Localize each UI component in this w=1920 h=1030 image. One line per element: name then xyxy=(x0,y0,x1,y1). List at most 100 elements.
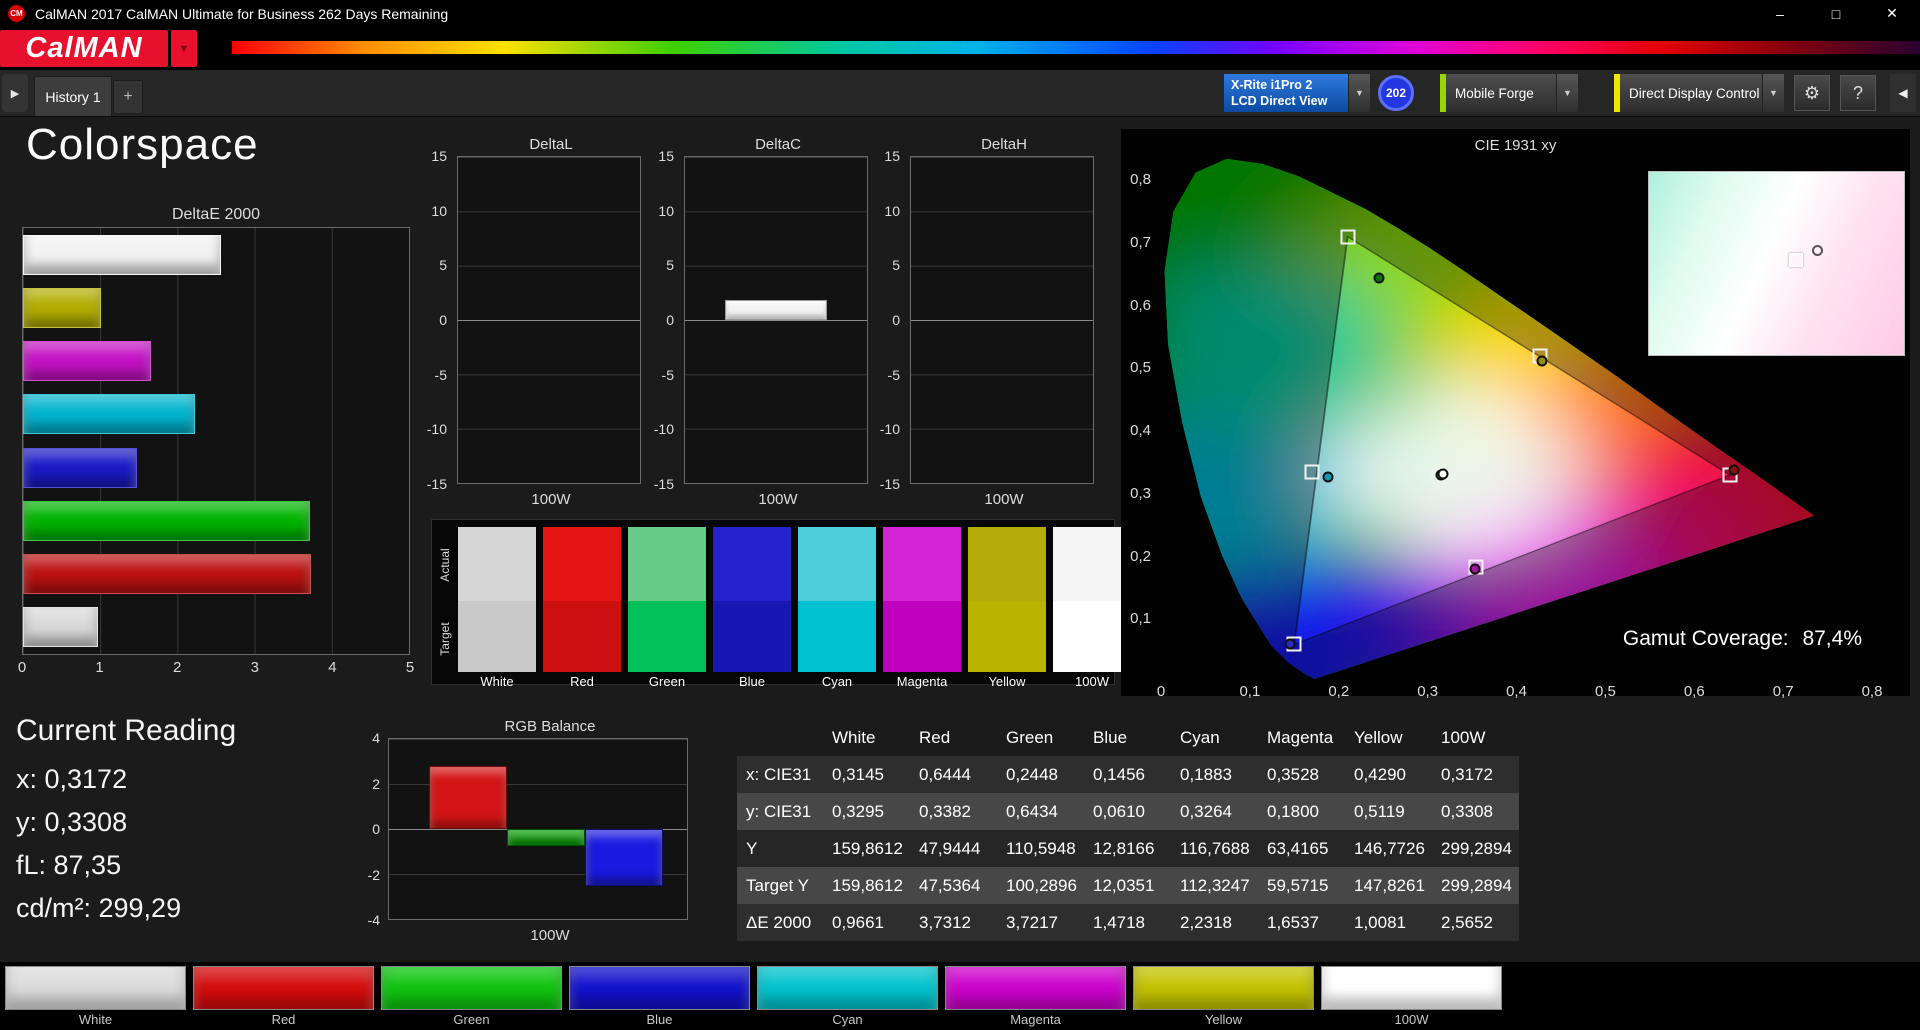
axis-tick-label: 4 xyxy=(328,659,337,676)
patch-button-100w[interactable] xyxy=(1321,966,1502,1010)
deltae-bar-row xyxy=(23,341,409,382)
source-dropdown[interactable]: Mobile Forge xyxy=(1440,74,1556,112)
logo-menu-dropdown[interactable]: ▼ xyxy=(171,30,197,67)
help-icon[interactable]: ? xyxy=(1840,75,1876,111)
patch-button-yellow[interactable] xyxy=(1133,966,1314,1010)
axis-tick-label: 5 xyxy=(405,659,415,676)
meter-status-badge[interactable]: 202 xyxy=(1378,75,1414,111)
deltae-bar-row xyxy=(23,607,409,648)
patch-button-magenta[interactable] xyxy=(945,966,1126,1010)
measured-marker-100w xyxy=(1437,468,1449,480)
add-tab-button[interactable]: + xyxy=(113,80,143,114)
table-value-cell: 299,2894 xyxy=(1432,830,1519,867)
axis-tick-label: 0,4 xyxy=(1506,683,1527,700)
deltae-bar-yellow xyxy=(23,287,101,328)
table-value-cell: 0,5119 xyxy=(1345,793,1432,830)
current-reading-values: x: 0,3172 y: 0,3308 fL: 87,35 cd/m²: 299,29 xyxy=(16,764,236,924)
gear-icon[interactable]: ⚙ xyxy=(1794,75,1830,111)
patch-label: Cyan xyxy=(832,1012,863,1027)
axis-tick-label: -5 xyxy=(887,366,900,383)
table-value-cell: 47,5364 xyxy=(910,867,997,904)
deltae-bar-row xyxy=(23,447,409,488)
current-reading-panel: Current Reading x: 0,3172 y: 0,3308 fL: 87… xyxy=(16,714,236,936)
display-control-dropdown-arrow-icon[interactable]: ▼ xyxy=(1762,74,1784,112)
axis-tick-label: -10 xyxy=(653,421,674,438)
tab-history-1[interactable]: History 1 xyxy=(34,76,112,116)
rgb-bar-green xyxy=(507,829,585,846)
patch-button-green[interactable] xyxy=(381,966,562,1010)
swatch-label: Magenta xyxy=(896,674,948,689)
swatch-actual xyxy=(458,527,536,601)
table-row-label: x: CIE31 xyxy=(737,756,823,793)
rgb-bar-blue xyxy=(585,829,663,887)
swatch-column: Red xyxy=(543,527,621,690)
minimize-button[interactable]: – xyxy=(1752,0,1808,27)
table-value-cell: 1,6537 xyxy=(1258,904,1345,941)
swatch-actual xyxy=(628,527,706,601)
table-value-cell: 12,8166 xyxy=(1084,830,1171,867)
deltae-2000-chart: DeltaE 2000 0 1 2 3 4 5 xyxy=(18,206,414,679)
table-value-cell: 0,3145 xyxy=(823,756,910,793)
patch-label: Red xyxy=(271,1012,296,1027)
patch-button-white[interactable] xyxy=(5,966,186,1010)
swatch-target xyxy=(798,601,876,672)
deltae-bar-row xyxy=(23,554,409,595)
axis-tick-label: 0,8 xyxy=(1130,171,1151,189)
swatch-column: Blue xyxy=(713,527,791,690)
patch-button-red[interactable] xyxy=(193,966,374,1010)
axis-tick-label: 0,8 xyxy=(1861,683,1883,700)
table-column-header: White xyxy=(832,727,876,747)
actual-target-swatch-strip: Actual Target White Red Green Blue Cyan Magen… xyxy=(431,519,1131,689)
axis-tick-label: 0,1 xyxy=(1239,683,1261,700)
title-bar: CM CalMAN 2017 CalMAN Ultimate for Busin… xyxy=(0,0,1920,27)
axis-tick-label: -4 xyxy=(367,912,380,928)
deltae-bar-row xyxy=(23,287,409,328)
axis-tick-label: 0 xyxy=(892,312,900,328)
axis-tick-label: 15 xyxy=(884,148,900,164)
calman-logo[interactable]: CalMAN ▼ xyxy=(0,30,197,67)
patch-button-cyan[interactable] xyxy=(757,966,938,1010)
patch-button-blue[interactable] xyxy=(569,966,750,1010)
source-dropdown-arrow-icon[interactable]: ▼ xyxy=(1556,74,1578,112)
meter-dropdown-arrow-icon[interactable]: ▼ xyxy=(1348,74,1370,112)
table-value-cell: 100,2896 xyxy=(997,867,1084,904)
swatch-label: Cyan xyxy=(821,674,853,689)
table-value-cell: 0,6444 xyxy=(910,756,997,793)
device-toolbar: X-Rite i1Pro 2 LCD Direct View ▼ 202 Mob… xyxy=(1224,74,1916,112)
target-marker-cyan xyxy=(1304,464,1320,480)
axis-tick-label: 2 xyxy=(173,659,182,676)
table-value-cell: 159,8612 xyxy=(823,830,910,867)
zero-line xyxy=(685,320,867,321)
swatch-target xyxy=(713,601,791,672)
rgb-bar-red xyxy=(429,766,507,829)
axis-tick-label: -2 xyxy=(367,866,380,883)
axis-tick-label: -15 xyxy=(653,476,674,492)
expand-panel-icon[interactable]: ▶ xyxy=(2,74,28,112)
maximize-button[interactable]: □ xyxy=(1808,0,1864,27)
actual-row-label: Actual xyxy=(438,548,452,582)
tab-bar: ▶ History 1 + X-Rite i1Pro 2 LCD Direct … xyxy=(0,70,1920,117)
patch-label: Green xyxy=(453,1012,490,1027)
cie-1931-panel: CIE 1931 xy 0 0,1 0,2 0,3 0,4 0,5 0,6 0,… xyxy=(1121,129,1910,700)
axis-tick-label: 3 xyxy=(250,659,259,676)
table-value-cell: 159,8612 xyxy=(823,867,910,904)
deltae-bar-magenta xyxy=(23,341,151,382)
close-button[interactable]: ✕ xyxy=(1864,0,1920,27)
meter-dropdown[interactable]: X-Rite i1Pro 2 LCD Direct View xyxy=(1224,74,1348,112)
reading-line: x: 0,3172 xyxy=(16,764,128,794)
display-control-dropdown[interactable]: Direct Display Control xyxy=(1614,74,1762,112)
table-value-cell: 110,5948 xyxy=(997,830,1084,867)
table-value-cell: 0,4290 xyxy=(1345,756,1432,793)
swatch-column: Green xyxy=(628,527,706,690)
table-row-label: y: CIE31 xyxy=(737,793,823,830)
axis-tick-label: 0,5 xyxy=(1594,683,1616,700)
deltae-bar-row xyxy=(23,500,409,541)
axis-label: 100W xyxy=(984,491,1024,508)
table-row-label: ΔE 2000 xyxy=(737,904,823,941)
target-row-label: Target xyxy=(438,622,452,656)
zero-line xyxy=(458,320,640,321)
cie-x-axis: 0 0,1 0,2 0,3 0,4 0,5 0,6 0,7 0,8 xyxy=(1121,683,1910,703)
current-reading-title: Current Reading xyxy=(16,714,237,747)
swatch-actual xyxy=(713,527,791,601)
collapse-panel-icon[interactable]: ◀ xyxy=(1890,74,1916,112)
